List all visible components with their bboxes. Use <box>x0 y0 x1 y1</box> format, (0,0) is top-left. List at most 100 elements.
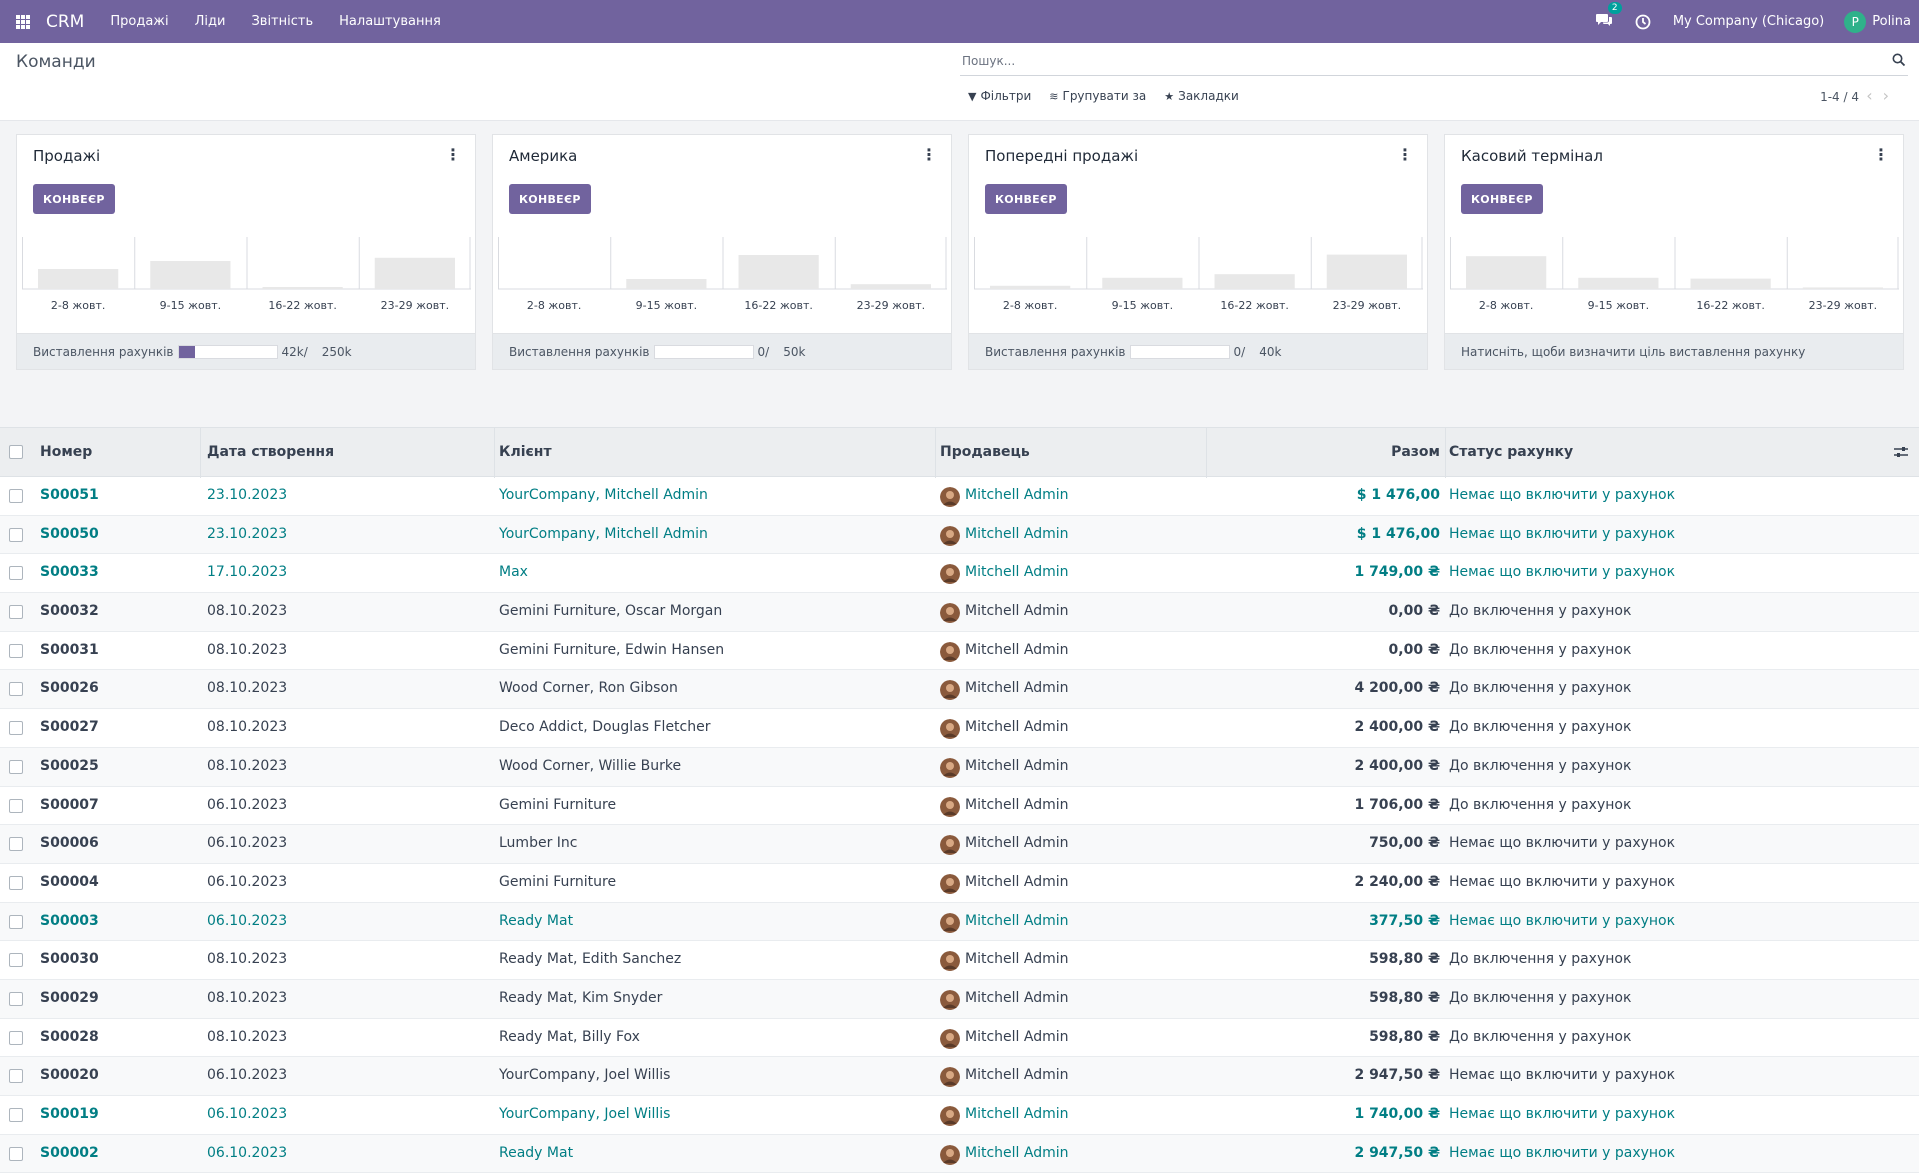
filters-button[interactable]: ▼ Фільтри <box>968 89 1031 103</box>
user-avatar[interactable]: P <box>1844 10 1867 33</box>
table-row[interactable]: S00031 08.10.2023 Gemini Furniture, Edwin … <box>0 632 1919 671</box>
team-graph[interactable]: 2-8 жовт. 9-15 жовт. 16-22 жовт. 23-29 жовт… <box>1450 237 1899 327</box>
team-card[interactable]: Попередні продажі ⋮ КОНВЕЄР 2-8 жовт. 9-1… <box>968 134 1428 370</box>
table-row[interactable]: S00030 08.10.2023 Ready Mat, Edith Sanchez… <box>0 941 1919 980</box>
group-by-button[interactable]: ≋ Групувати за <box>1049 89 1146 103</box>
invoicing-footer[interactable]: Натисніть, щоби визначити ціль виставлен… <box>1445 333 1903 369</box>
order-number[interactable]: S00027 <box>40 719 99 735</box>
table-row[interactable]: S00025 08.10.2023 Wood Corner, Willie Burk… <box>0 747 1919 787</box>
order-number[interactable]: S00002 <box>40 1145 99 1161</box>
table-row[interactable]: S00027 08.10.2023 Deco Addict, Douglas Fle… <box>0 709 1919 748</box>
team-name[interactable]: Попередні продажі <box>985 147 1138 165</box>
table-row[interactable]: S00050 23.10.2023 YourCompany, Mitchell Ad… <box>0 515 1919 555</box>
team-card[interactable]: Касовий термінал ⋮ КОНВЕЄР 2-8 жовт. 9-15… <box>1444 134 1904 370</box>
chat-button[interactable]: 2 <box>1595 1 1622 32</box>
col-header-total[interactable]: Разом <box>1200 444 1440 460</box>
week-bar[interactable] <box>1578 277 1659 289</box>
table-row[interactable]: S00051 23.10.2023 YourCompany, Mitchell Ad… <box>0 477 1919 516</box>
activity-button[interactable] <box>1635 14 1651 30</box>
week-bar[interactable] <box>1466 256 1547 289</box>
team-graph[interactable]: 2-8 жовт. 9-15 жовт. 16-22 жовт. 23-29 жовт… <box>22 237 471 327</box>
menu-configuration[interactable]: Налаштування <box>339 14 441 29</box>
pipeline-button[interactable]: КОНВЕЄР <box>1461 184 1543 214</box>
row-checkbox[interactable] <box>9 953 23 968</box>
week-bar[interactable] <box>150 261 231 289</box>
order-number[interactable]: S00028 <box>40 1029 99 1045</box>
row-checkbox[interactable] <box>9 1146 23 1161</box>
table-row[interactable]: S00032 08.10.2023 Gemini Furniture, Oscar … <box>0 593 1919 632</box>
row-checkbox[interactable] <box>9 875 23 890</box>
order-number[interactable]: S00003 <box>40 913 99 929</box>
pager-value[interactable]: 1-4 / 4 <box>1820 90 1859 104</box>
search-icon[interactable] <box>1892 53 1906 71</box>
row-checkbox[interactable] <box>9 605 23 620</box>
table-row[interactable]: S00003 06.10.2023 Ready Mat Mitchell Admin 3… <box>0 902 1919 942</box>
menu-reporting[interactable]: Звітність <box>251 14 313 29</box>
team-name[interactable]: Продажі <box>33 147 100 165</box>
row-checkbox[interactable] <box>9 643 23 658</box>
row-checkbox[interactable] <box>9 837 23 852</box>
kebab-menu-icon[interactable]: ⋮ <box>921 145 937 164</box>
row-checkbox[interactable] <box>9 914 23 929</box>
table-row[interactable]: S00028 08.10.2023 Ready Mat, Billy Fox Mitc… <box>0 1019 1919 1058</box>
row-checkbox[interactable] <box>9 759 23 774</box>
week-bar[interactable] <box>262 287 343 289</box>
row-checkbox[interactable] <box>9 682 23 697</box>
row-checkbox[interactable] <box>9 1108 23 1122</box>
col-header-date[interactable]: Дата створення <box>207 444 334 460</box>
favorites-button[interactable]: ★ Закладки <box>1164 89 1239 103</box>
team-card[interactable]: Америка ⋮ КОНВЕЄР 2-8 жовт. 9-15 жовт. 16-… <box>492 134 952 370</box>
order-number[interactable]: S00051 <box>40 487 99 503</box>
col-header-invoice-status[interactable]: Статус рахунку <box>1449 444 1573 460</box>
team-graph[interactable]: 2-8 жовт. 9-15 жовт. 16-22 жовт. 23-29 жовт… <box>974 237 1423 327</box>
week-bar[interactable] <box>738 255 819 289</box>
team-graph[interactable]: 2-8 жовт. 9-15 жовт. 16-22 жовт. 23-29 жовт… <box>498 237 947 327</box>
col-header-number[interactable]: Номер <box>40 444 92 460</box>
week-bar[interactable] <box>1690 278 1771 289</box>
week-bar[interactable] <box>850 284 931 289</box>
row-checkbox[interactable] <box>9 721 23 736</box>
set-target-link[interactable]: Натисніть, щоби визначити ціль виставлен… <box>1461 345 1805 359</box>
team-name[interactable]: Америка <box>509 147 577 165</box>
week-bar[interactable] <box>1802 287 1883 289</box>
pipeline-button[interactable]: КОНВЕЄР <box>509 184 591 214</box>
pipeline-button[interactable]: КОНВЕЄР <box>33 184 115 214</box>
search-input[interactable] <box>960 48 1860 74</box>
invoicing-footer[interactable]: Виставлення рахунків 0 / 50k <box>493 333 951 369</box>
week-bar[interactable] <box>1326 254 1407 289</box>
week-bar[interactable] <box>626 279 707 289</box>
week-bar[interactable] <box>38 269 119 289</box>
user-menu[interactable]: Polina <box>1872 14 1911 29</box>
col-header-client[interactable]: Клієнт <box>499 444 552 460</box>
table-row[interactable]: S00002 06.10.2023 Ready Mat Mitchell Admin 2… <box>0 1134 1919 1173</box>
menu-leads[interactable]: Ліди <box>195 14 226 29</box>
week-bar[interactable] <box>1102 277 1183 289</box>
table-row[interactable]: S00020 06.10.2023 YourCompany, Joel Willis… <box>0 1057 1919 1096</box>
row-checkbox[interactable] <box>9 798 23 813</box>
row-checkbox[interactable] <box>9 527 23 542</box>
invoicing-target[interactable]: 40k <box>1259 345 1281 359</box>
col-header-salesperson[interactable]: Продавець <box>940 444 1030 460</box>
pipeline-button[interactable]: КОНВЕЄР <box>985 184 1067 214</box>
order-number[interactable]: S00020 <box>40 1067 99 1083</box>
table-row[interactable]: S00007 06.10.2023 Gemini Furniture Mitchell… <box>0 787 1919 826</box>
app-brand[interactable]: CRM <box>46 12 84 32</box>
kebab-menu-icon[interactable]: ⋮ <box>1397 145 1413 164</box>
week-bar[interactable] <box>990 285 1071 289</box>
order-number[interactable]: S00007 <box>40 797 99 813</box>
team-name[interactable]: Касовий термінал <box>1461 147 1603 165</box>
kebab-menu-icon[interactable]: ⋮ <box>445 145 461 164</box>
chevron-right-icon[interactable]: › <box>1883 86 1899 105</box>
menu-sales[interactable]: Продажі <box>110 14 168 29</box>
row-checkbox[interactable] <box>9 1069 23 1084</box>
table-row[interactable]: S00006 06.10.2023 Lumber Inc Mitchell Admin… <box>0 825 1919 864</box>
table-row[interactable]: S00019 06.10.2023 YourCompany, Joel Willis… <box>0 1096 1919 1135</box>
invoicing-target[interactable]: 250k <box>322 345 352 359</box>
order-number[interactable]: S00026 <box>40 680 99 696</box>
order-number[interactable]: S00029 <box>40 990 99 1006</box>
table-row[interactable]: S00029 08.10.2023 Ready Mat, Kim Snyder Mit… <box>0 979 1919 1019</box>
order-number[interactable]: S00006 <box>40 835 99 851</box>
row-checkbox[interactable] <box>9 566 23 581</box>
invoicing-footer[interactable]: Виставлення рахунків 42k / 250k <box>17 333 475 369</box>
order-number[interactable]: S00019 <box>40 1106 99 1122</box>
